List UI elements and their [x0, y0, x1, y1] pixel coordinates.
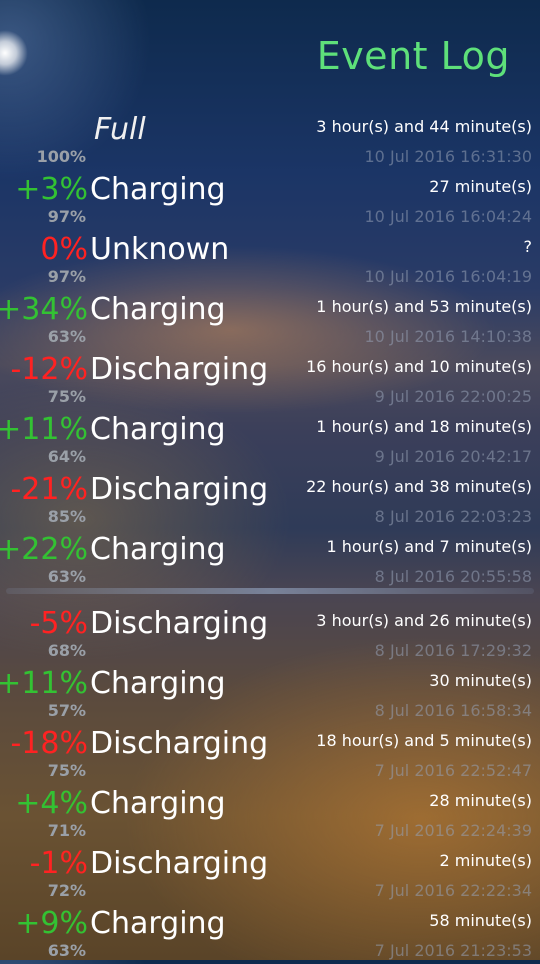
event-duration: 3 hour(s) and 26 minute(s)	[316, 611, 532, 630]
charge-delta: -1%	[29, 846, 88, 881]
battery-state: Discharging	[90, 726, 269, 761]
charge-delta: -18%	[10, 726, 88, 761]
charge-delta: +11%	[0, 412, 88, 447]
battery-state: Unknown	[90, 232, 230, 267]
battery-state: Charging	[90, 292, 226, 327]
event-row[interactable]: -18% Discharging 75% 18 hour(s) and 5 minut…	[0, 724, 540, 784]
event-timestamp: 7 Jul 2016 22:24:39	[374, 821, 532, 840]
pulley-divider[interactable]	[6, 588, 534, 594]
charge-delta: +34%	[0, 292, 88, 327]
charge-delta: +11%	[0, 666, 88, 701]
battery-level: 63%	[47, 327, 86, 346]
event-row[interactable]: -5% Discharging 68% 3 hour(s) and 26 minute…	[0, 604, 540, 664]
event-duration: 30 minute(s)	[429, 671, 532, 690]
event-row[interactable]: -12% Discharging 75% 16 hour(s) and 10 minu…	[0, 350, 540, 410]
battery-state: Full	[94, 112, 146, 147]
event-duration: 1 hour(s) and 18 minute(s)	[316, 417, 532, 436]
event-duration: 1 hour(s) and 7 minute(s)	[326, 537, 532, 556]
battery-state: Charging	[90, 786, 226, 821]
event-duration: 22 hour(s) and 38 minute(s)	[306, 477, 532, 496]
event-duration: 28 minute(s)	[429, 791, 532, 810]
event-row[interactable]: +3% Charging 97% 27 minute(s) 10 Jul 2016 16…	[0, 170, 540, 230]
battery-state: Charging	[90, 172, 226, 207]
light-glare	[0, 30, 28, 76]
battery-level: 63%	[47, 567, 86, 586]
charge-delta: +22%	[0, 532, 88, 567]
battery-state: Discharging	[90, 846, 269, 881]
battery-level: 57%	[47, 701, 86, 720]
event-timestamp: 8 Jul 2016 17:29:32	[374, 641, 532, 660]
event-row[interactable]: 0% Unknown 97%? 10 Jul 2016 16:04:19	[0, 230, 540, 290]
event-row[interactable]: +11% Charging 57% 30 minute(s) 8 Jul 2016 16…	[0, 664, 540, 724]
event-timestamp: 7 Jul 2016 21:23:53	[374, 941, 532, 960]
event-timestamp: 10 Jul 2016 14:10:38	[364, 327, 533, 346]
battery-state: Discharging	[90, 472, 269, 507]
event-timestamp: 8 Jul 2016 22:03:23	[374, 507, 532, 526]
event-duration: 58 minute(s)	[429, 911, 532, 930]
event-duration: 2 minute(s)	[439, 851, 532, 870]
battery-level: 68%	[47, 641, 86, 660]
charge-delta: -12%	[10, 352, 88, 387]
event-timestamp: 10 Jul 2016 16:31:30	[364, 147, 533, 166]
battery-level: 97%	[47, 207, 86, 226]
event-duration: 3 hour(s) and 44 minute(s)	[316, 117, 532, 136]
battery-level: 64%	[47, 447, 86, 466]
battery-state: Charging	[90, 666, 226, 701]
battery-state: Charging	[90, 906, 226, 941]
event-timestamp: 9 Jul 2016 20:42:17	[374, 447, 532, 466]
battery-state: Discharging	[90, 352, 269, 387]
event-row[interactable]: +34% Charging 63% 1 hour(s) and 53 minute(s…	[0, 290, 540, 350]
battery-level: 75%	[47, 387, 86, 406]
event-duration: 27 minute(s)	[429, 177, 532, 196]
event-row[interactable]: +9% Charging 63% 58 minute(s) 7 Jul 2016 21:…	[0, 904, 540, 964]
event-row[interactable]: +4% Charging 71% 28 minute(s) 7 Jul 2016 22:…	[0, 784, 540, 844]
battery-level: 100%	[36, 147, 86, 166]
battery-state: Charging	[90, 532, 226, 567]
battery-level: 75%	[47, 761, 86, 780]
battery-state: Discharging	[90, 606, 269, 641]
event-row[interactable]: -1% Discharging 72% 2 minute(s) 7 Jul 2016 2…	[0, 844, 540, 904]
event-duration: ?	[523, 237, 533, 256]
charge-delta: +3%	[15, 172, 88, 207]
charge-delta: 0%	[40, 232, 88, 267]
event-duration: 16 hour(s) and 10 minute(s)	[306, 357, 532, 376]
charge-delta: -21%	[10, 472, 88, 507]
charge-delta: +4%	[15, 786, 88, 821]
battery-level: 97%	[47, 267, 86, 286]
event-timestamp: 10 Jul 2016 16:04:24	[364, 207, 533, 226]
event-timestamp: 7 Jul 2016 22:52:47	[374, 761, 532, 780]
charge-delta: +9%	[15, 906, 88, 941]
event-timestamp: 8 Jul 2016 20:55:58	[374, 567, 532, 586]
event-row[interactable]: +11% Charging 64% 1 hour(s) and 18 minute(s…	[0, 410, 540, 470]
event-timestamp: 8 Jul 2016 16:58:34	[374, 701, 532, 720]
event-row[interactable]: Full 100% 3 hour(s) and 44 minute(s) 10 Jul…	[0, 110, 540, 170]
event-duration: 1 hour(s) and 53 minute(s)	[316, 297, 532, 316]
event-row[interactable]: -21% Discharging 85% 22 hour(s) and 38 minu…	[0, 470, 540, 530]
event-row[interactable]: +22% Charging 63% 1 hour(s) and 7 minute(s)…	[0, 530, 540, 590]
event-timestamp: 9 Jul 2016 22:00:25	[374, 387, 532, 406]
battery-level: 72%	[47, 881, 86, 900]
battery-state: Charging	[90, 412, 226, 447]
event-timestamp: 7 Jul 2016 22:22:34	[374, 881, 532, 900]
event-duration: 18 hour(s) and 5 minute(s)	[316, 731, 532, 750]
charge-delta: -5%	[29, 606, 88, 641]
battery-level: 63%	[47, 941, 86, 960]
battery-level: 71%	[47, 821, 86, 840]
battery-level: 85%	[47, 507, 86, 526]
event-timestamp: 10 Jul 2016 16:04:19	[364, 267, 533, 286]
page-title: Event Log	[316, 34, 510, 78]
